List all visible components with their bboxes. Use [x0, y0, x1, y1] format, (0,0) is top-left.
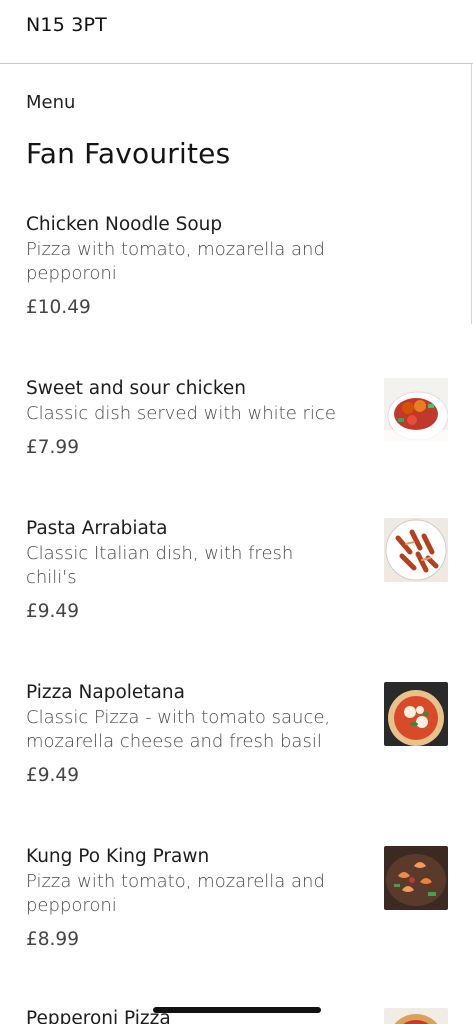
menu-item-name: Chicken Noodle Soup — [26, 214, 223, 235]
home-indicator[interactable] — [153, 1007, 321, 1013]
kung-po-king-prawn-image — [384, 846, 448, 910]
section-title: Fan Favourites — [26, 137, 231, 170]
menu-item-description: Pizza with tomato, mozarella and pepporo… — [26, 239, 325, 284]
menu-item-pizza-napoletana[interactable]: Pizza Napoletana Classic Pizza - with to… — [0, 682, 473, 792]
menu-item-description: Classic Italian dish, with fresh chili's — [26, 543, 294, 588]
pizza-napoletana-image — [384, 682, 448, 746]
menu-item-name: Kung Po King Prawn — [26, 846, 210, 867]
pepperoni-pizza-image — [384, 1008, 448, 1024]
top-bar: N15 3PT — [0, 0, 473, 64]
menu-item-chicken-noodle-soup[interactable]: Chicken Noodle Soup Pizza with tomato, m… — [0, 214, 473, 334]
menu-item-kung-po-king-prawn[interactable]: Kung Po King Prawn Pizza with tomato, mo… — [0, 846, 473, 956]
breadcrumb[interactable]: Menu — [26, 92, 75, 113]
menu-item-description: Classic Pizza - with tomato sauce, mozar… — [26, 707, 331, 752]
menu-item-sweet-and-sour-chicken[interactable]: Sweet and sour chicken Classic dish serv… — [0, 378, 473, 488]
menu-item-description: Pizza with tomato, mozarella and pepporo… — [26, 871, 325, 916]
menu-item-pasta-arrabiata[interactable]: Pasta Arrabiata Classic Italian dish, wi… — [0, 518, 473, 628]
menu-item-price: £7.99 — [26, 437, 79, 458]
menu-item-name: Pasta Arrabiata — [26, 518, 168, 539]
menu-screen: N15 3PT Menu Fan Favourites Chicken Nood… — [0, 0, 473, 1024]
sweet-and-sour-chicken-image — [384, 378, 448, 442]
menu-item-price: £10.49 — [26, 297, 91, 318]
menu-item-price: £8.99 — [26, 929, 79, 950]
pasta-arrabiata-image — [384, 518, 448, 582]
menu-item-price: £9.49 — [26, 601, 79, 622]
menu-item-name: Pizza Napoletana — [26, 682, 185, 703]
delivery-postcode[interactable]: N15 3PT — [26, 14, 107, 36]
menu-item-description: Classic dish served with white rice — [26, 403, 336, 424]
menu-item-price: £9.49 — [26, 765, 79, 786]
menu-item-name: Sweet and sour chicken — [26, 378, 246, 399]
menu-item-name: Pepperoni Pizza — [26, 1008, 171, 1024]
